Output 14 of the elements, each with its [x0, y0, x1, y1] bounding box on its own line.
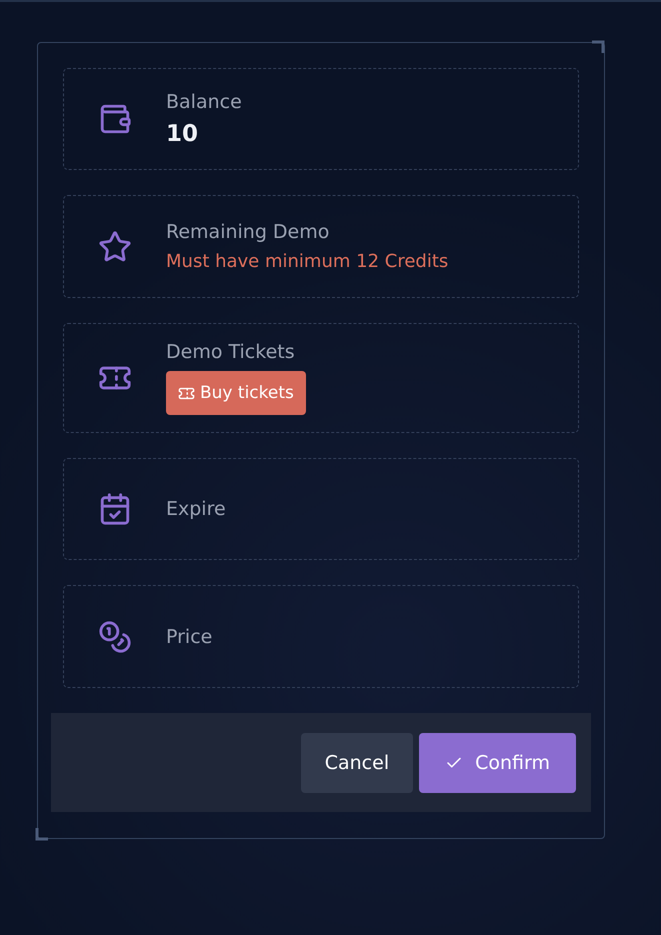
balance-value: 10	[166, 121, 198, 147]
info-label: Balance	[166, 91, 242, 113]
calendar-check-icon	[98, 492, 132, 526]
coins-icon	[98, 620, 132, 654]
info-label: Remaining Demo	[166, 221, 330, 243]
confirm-button[interactable]: Confirm	[419, 732, 576, 792]
cancel-button[interactable]: Cancel	[300, 732, 414, 792]
info-label: Demo Tickets	[166, 341, 295, 363]
buy-tickets-button[interactable]: Buy tickets	[166, 371, 306, 415]
info-label: Price	[166, 626, 212, 648]
error-message: Must have minimum 12 Credits	[166, 251, 448, 272]
wallet-icon	[98, 102, 132, 136]
info-label: Expire	[166, 498, 226, 520]
star-icon	[98, 230, 132, 264]
